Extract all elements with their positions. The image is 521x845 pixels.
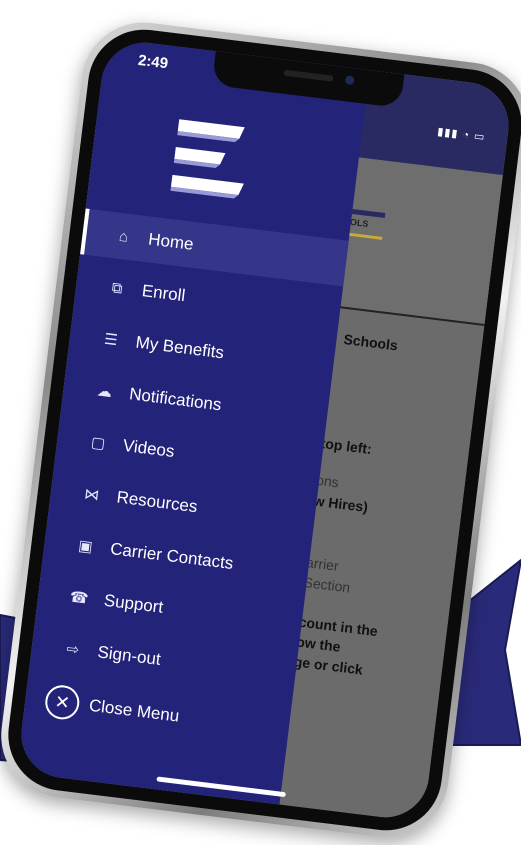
bg-line: ow the [295,633,342,655]
speaker-grille [283,69,334,82]
close-menu-label: Close Menu [88,695,181,726]
carrier-contacts-icon: ▣ [77,537,94,556]
menu-item-label: Carrier Contacts [109,539,235,574]
home-icon: ⌂ [118,227,130,246]
bg-line: Section [302,573,352,596]
support-icon: ☎ [68,588,90,608]
bg-line: top left: [319,434,373,458]
video-icon: ▢ [90,433,107,453]
menu-item-label: Sign-out [96,642,162,669]
bg-line: arrier [305,554,340,574]
three-stripe-logo [170,119,245,199]
close-menu-button[interactable]: ✕ Close Menu [43,683,181,733]
sign-out-icon: ⇨ [65,640,81,659]
menu-item-label: My Benefits [134,332,226,363]
menu-item-label: Enroll [140,281,187,306]
enroll-icon: ⧉ [110,278,124,298]
bg-line: Schools [342,330,399,354]
resources-icon: ⋈ [83,485,101,505]
menu-item-label: Home [147,229,195,254]
menu-item-label: Support [102,590,165,617]
menu-item-label: Notifications [128,384,223,415]
close-icon: ✕ [43,683,82,722]
menu-item-label: Videos [121,435,176,462]
bg-line: w Hires) [312,492,369,516]
benefits-list-icon: ☰ [103,330,119,350]
status-time: 2:49 [137,51,169,73]
phone-mockup: 2:49 ▮▮▮ ◔ ▭ SCHOOLS Schools top left: o… [0,15,521,845]
menu-item-label: Resources [115,487,199,517]
front-camera [344,75,355,86]
notification-icon: ☁ [95,382,113,402]
bg-line: ge or click [293,653,364,678]
